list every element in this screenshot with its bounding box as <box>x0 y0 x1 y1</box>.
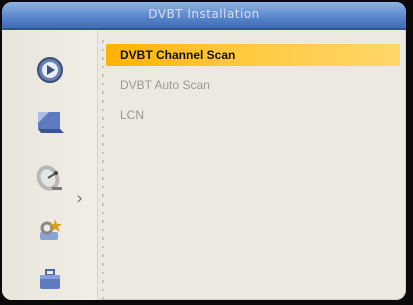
sidebar-item-tools[interactable] <box>28 210 72 250</box>
sidebar: › <box>2 30 98 300</box>
sidebar-item-media[interactable] <box>28 50 72 90</box>
menu-item-lcn[interactable]: LCN <box>106 104 400 126</box>
play-circle-icon <box>37 57 63 83</box>
menu-item-dvbt-auto-scan[interactable]: DVBT Auto Scan <box>106 74 400 96</box>
menu-item-dvbt-channel-scan[interactable]: DVBT Channel Scan <box>106 44 400 66</box>
title-bar: DVBT Installation <box>2 2 406 30</box>
dvbt-installation-window: DVBT Installation › DVBT Channel Scan DV… <box>2 2 406 300</box>
sidebar-item-picture[interactable] <box>28 102 72 142</box>
briefcase-icon <box>40 269 60 289</box>
satellite-dish-icon <box>36 165 62 191</box>
window-title: DVBT Installation <box>148 7 260 21</box>
sidebar-item-installation[interactable] <box>28 158 72 198</box>
tools-icon <box>40 219 62 240</box>
chevron-right-icon: › <box>76 188 84 209</box>
installation-menu: DVBT Channel Scan DVBT Auto Scan LCN <box>106 44 400 134</box>
tv-screen-icon <box>38 112 64 133</box>
sidebar-item-system[interactable] <box>28 260 72 300</box>
